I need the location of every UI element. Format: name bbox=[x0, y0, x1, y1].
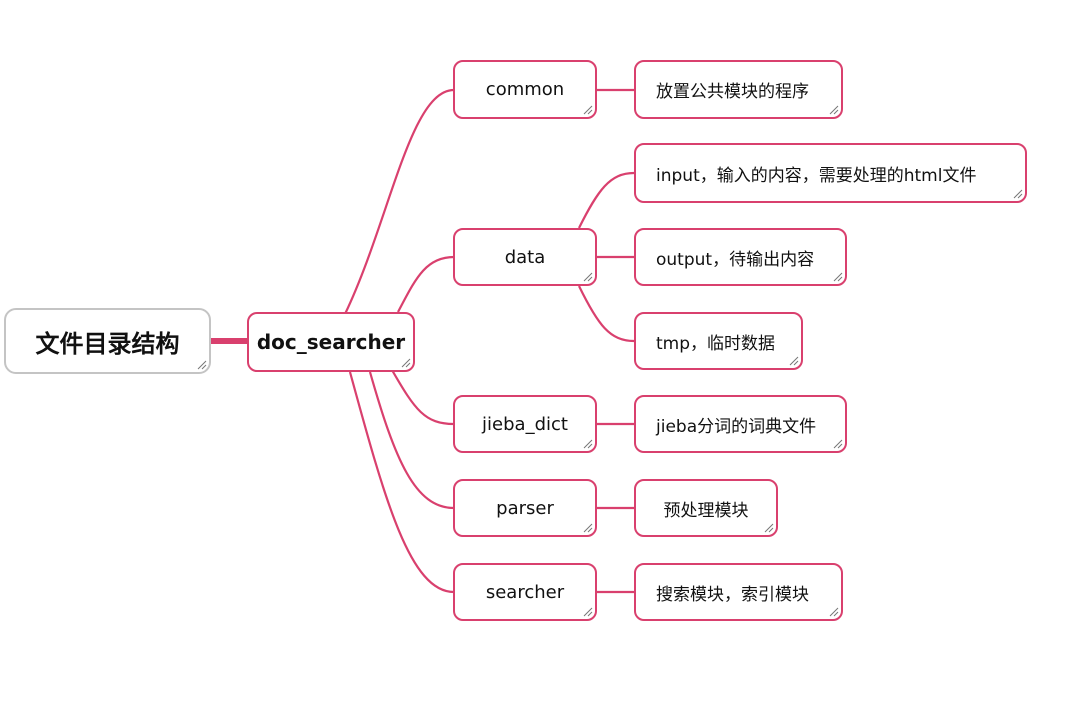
resize-grip-icon bbox=[583, 523, 593, 533]
connector-data-input bbox=[578, 171, 635, 229]
leaf-node-searcher-desc[interactable]: 搜索模块，索引模块 bbox=[634, 563, 843, 621]
connector-center-searcher bbox=[348, 371, 455, 594]
leaf-node-label: tmp，临时数据 bbox=[656, 333, 776, 354]
resize-grip-icon bbox=[583, 607, 593, 617]
connector-center-common bbox=[344, 88, 455, 315]
center-node[interactable]: doc_searcher bbox=[247, 312, 415, 372]
branch-node-label: parser bbox=[496, 497, 554, 519]
branch-node-jieba-dict[interactable]: jieba_dict bbox=[453, 395, 597, 453]
leaf-node-label: jieba分词的词典文件 bbox=[656, 416, 817, 437]
branch-node-label: data bbox=[504, 246, 546, 268]
connector-center-jieba bbox=[391, 369, 455, 426]
resize-grip-icon bbox=[197, 360, 207, 370]
branch-node-common[interactable]: common bbox=[453, 60, 597, 119]
connector-center-data bbox=[397, 255, 455, 313]
branch-node-data[interactable]: data bbox=[453, 228, 597, 286]
leaf-node-label: 搜索模块，索引模块 bbox=[656, 584, 809, 605]
leaf-node-data-input[interactable]: input，输入的内容，需要处理的html文件 bbox=[634, 143, 1027, 203]
resize-grip-icon bbox=[833, 439, 843, 449]
leaf-node-label: 放置公共模块的程序 bbox=[656, 82, 809, 102]
resize-grip-icon bbox=[829, 105, 839, 115]
branch-node-parser[interactable]: parser bbox=[453, 479, 597, 537]
center-node-label: doc_searcher bbox=[256, 330, 406, 354]
branch-node-label: common bbox=[485, 79, 565, 100]
resize-grip-icon bbox=[764, 523, 774, 533]
leaf-node-data-output[interactable]: output，待输出内容 bbox=[634, 228, 847, 286]
resize-grip-icon bbox=[829, 607, 839, 617]
resize-grip-icon bbox=[789, 356, 799, 366]
leaf-node-data-tmp[interactable]: tmp，临时数据 bbox=[634, 312, 803, 370]
resize-grip-icon bbox=[583, 105, 593, 115]
leaf-node-label: 预处理模块 bbox=[663, 500, 749, 521]
resize-grip-icon bbox=[401, 358, 411, 368]
resize-grip-icon bbox=[833, 272, 843, 282]
connector-data-tmp bbox=[578, 285, 635, 343]
resize-grip-icon bbox=[583, 439, 593, 449]
leaf-node-parser-desc[interactable]: 预处理模块 bbox=[634, 479, 778, 537]
branch-node-label: searcher bbox=[485, 581, 565, 603]
resize-grip-icon bbox=[1013, 189, 1023, 199]
leaf-node-jieba-desc[interactable]: jieba分词的词典文件 bbox=[634, 395, 847, 453]
branch-node-searcher[interactable]: searcher bbox=[453, 563, 597, 621]
leaf-node-label: output，待输出内容 bbox=[656, 249, 815, 270]
root-node-label: 文件目录结构 bbox=[35, 329, 180, 358]
resize-grip-icon bbox=[583, 272, 593, 282]
branch-node-label: jieba_dict bbox=[482, 413, 568, 435]
leaf-node-common-desc[interactable]: 放置公共模块的程序 bbox=[634, 60, 843, 119]
root-node[interactable]: 文件目录结构 bbox=[4, 308, 211, 374]
leaf-node-label: input，输入的内容，需要处理的html文件 bbox=[656, 165, 977, 186]
